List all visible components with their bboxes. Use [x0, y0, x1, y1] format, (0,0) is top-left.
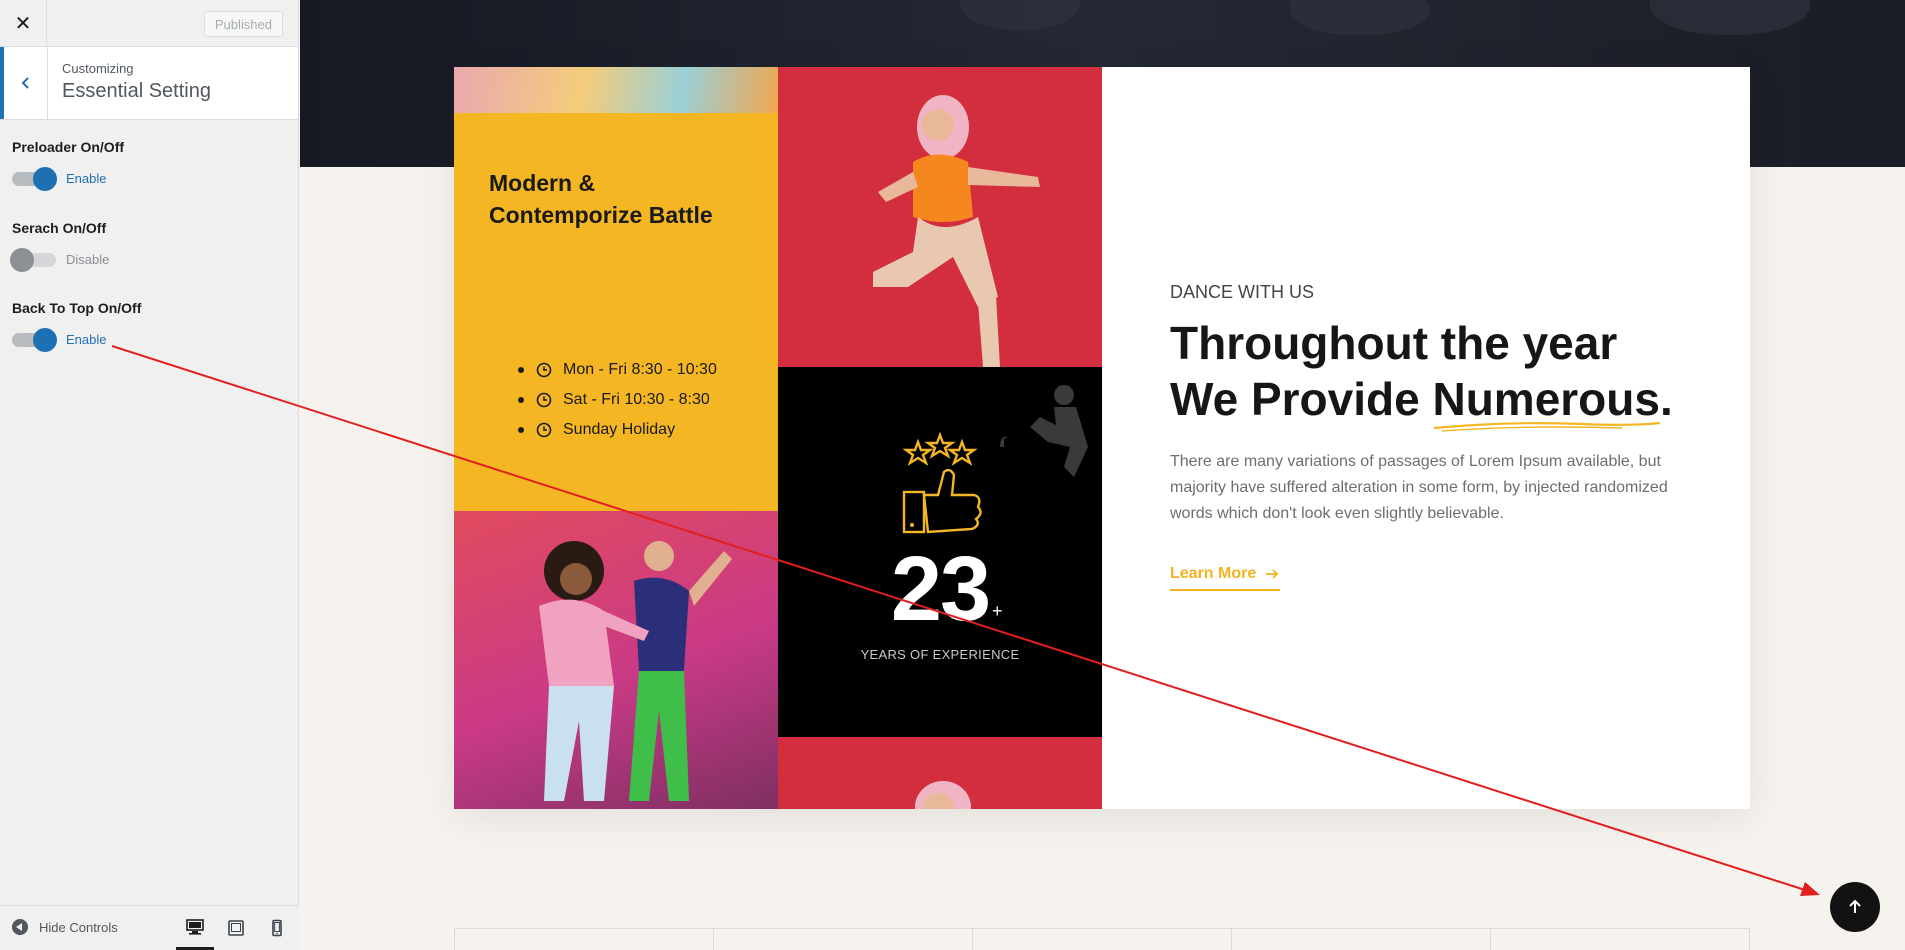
hero-silhouette — [1650, 0, 1810, 35]
headline-line-1: Throughout the year — [1170, 317, 1618, 369]
hide-controls-label: Hide Controls — [39, 919, 118, 935]
bottom-grid — [454, 928, 1750, 950]
headline-line-2-post: . — [1659, 373, 1673, 425]
hide-controls-button[interactable]: Hide Controls — [12, 919, 118, 935]
photo-strip-top — [454, 67, 778, 113]
section-header: Customizing Essential Setting — [0, 47, 298, 120]
preloader-toggle[interactable] — [12, 166, 57, 191]
grid-cell — [714, 929, 973, 950]
couple-photo — [454, 511, 778, 809]
mobile-icon — [272, 919, 282, 937]
hero-silhouette — [960, 0, 1080, 30]
grid-cell — [973, 929, 1232, 950]
experience-plus: + — [992, 601, 1003, 621]
experience-tile: 23 + YEARS OF EXPERIENCE — [778, 367, 1102, 737]
schedule-tile: Modern & Contemporize Battle Mon - Fri 8… — [454, 113, 778, 511]
bottom-photo-illustration — [915, 781, 971, 809]
dancer-illustration — [873, 95, 1040, 367]
grid-cell — [1232, 929, 1491, 950]
schedule-list: Mon - Fri 8:30 - 10:30 Sat - Fri 10:30 -… — [518, 355, 717, 445]
hero-silhouette — [1290, 0, 1430, 35]
learn-more-label: Learn More — [1170, 565, 1257, 582]
customizer-header: ✕ Published — [0, 0, 298, 47]
headline: Throughout the year We Provide Numerous. — [1170, 315, 1690, 432]
toggle-knob — [10, 247, 34, 272]
site-preview: Modern & Contemporize Battle Mon - Fri 8… — [300, 0, 1905, 950]
customizer-sidebar: ✕ Published Customizing Essential Settin… — [0, 0, 299, 950]
section-subtitle: Customizing — [62, 61, 134, 76]
schedule-item: Sat - Fri 10:30 - 8:30 — [518, 385, 717, 415]
underline-scribble — [1434, 421, 1661, 432]
section-title: Essential Setting — [62, 80, 211, 102]
chevron-left-icon — [21, 77, 29, 89]
bullet — [518, 427, 524, 433]
grid-cell — [455, 929, 714, 950]
arrow-up-icon — [1849, 899, 1861, 913]
collapse-icon — [12, 919, 28, 935]
search-toggle[interactable] — [10, 247, 56, 272]
schedule-text: Sat - Fri 10:30 - 8:30 — [563, 391, 710, 408]
tablet-icon — [228, 920, 244, 936]
clock-icon — [536, 392, 552, 408]
control-preloader: Preloader On/Off Enable — [12, 139, 125, 191]
control-label: Preloader On/Off — [12, 139, 125, 155]
highlight-word: Numerous — [1432, 373, 1660, 425]
desktop-icon — [186, 918, 204, 935]
toggle-state-label: Disable — [66, 252, 110, 267]
schedule-item: Sunday Holiday — [518, 415, 717, 445]
bullet — [518, 367, 524, 373]
schedule-item: Mon - Fri 8:30 - 10:30 — [518, 355, 717, 385]
bottom-photo — [778, 737, 1102, 809]
close-button[interactable]: ✕ — [0, 0, 47, 46]
headline-line-2-pre: We Provide — [1170, 373, 1433, 425]
arrow-right-icon — [1266, 569, 1279, 579]
back-button[interactable] — [0, 47, 48, 119]
about-card: Modern & Contemporize Battle Mon - Fri 8… — [454, 67, 1750, 809]
control-label: Serach On/Off — [12, 220, 107, 236]
control-label: Back To Top On/Off — [12, 300, 142, 316]
toggle-state-label: Enable — [66, 171, 107, 186]
bullet — [518, 397, 524, 403]
eyebrow-text: DANCE WITH US — [1170, 282, 1314, 302]
customizer-footer: Hide Controls — [0, 905, 299, 950]
experience-label: YEARS OF EXPERIENCE — [860, 647, 1020, 662]
clock-icon — [536, 362, 552, 378]
tablet-preview-button[interactable] — [217, 906, 255, 950]
grid-cell — [1491, 929, 1749, 950]
section-meta: Customizing Essential Setting — [62, 61, 211, 103]
dancer-photo — [778, 67, 1102, 367]
battle-title: Modern & Contemporize Battle — [489, 170, 713, 228]
back-to-top-toggle[interactable] — [12, 327, 57, 352]
experience-number: 23 — [890, 538, 991, 640]
description: There are many variations of passages of… — [1170, 453, 1668, 522]
couple-illustration — [539, 541, 732, 801]
desktop-preview-button[interactable] — [176, 906, 214, 950]
content-block: DANCE WITH US Throughout the year We Pro… — [1170, 282, 1690, 591]
control-search: Serach On/Off Disable — [10, 220, 110, 272]
toggle-knob — [33, 166, 57, 191]
control-back-to-top: Back To Top On/Off Enable — [12, 300, 142, 352]
mobile-preview-button[interactable] — [258, 906, 296, 950]
schedule-text: Mon - Fri 8:30 - 10:30 — [563, 361, 717, 378]
learn-more-link[interactable]: Learn More — [1170, 565, 1281, 591]
toggle-state-label: Enable — [66, 332, 107, 347]
toggle-knob — [33, 327, 57, 352]
back-to-top-button[interactable] — [1830, 882, 1880, 932]
schedule-text: Sunday Holiday — [563, 421, 676, 438]
clock-icon — [536, 422, 552, 438]
headline-highlight: Numerous — [1432, 371, 1661, 432]
publish-button[interactable]: Published — [203, 11, 283, 37]
